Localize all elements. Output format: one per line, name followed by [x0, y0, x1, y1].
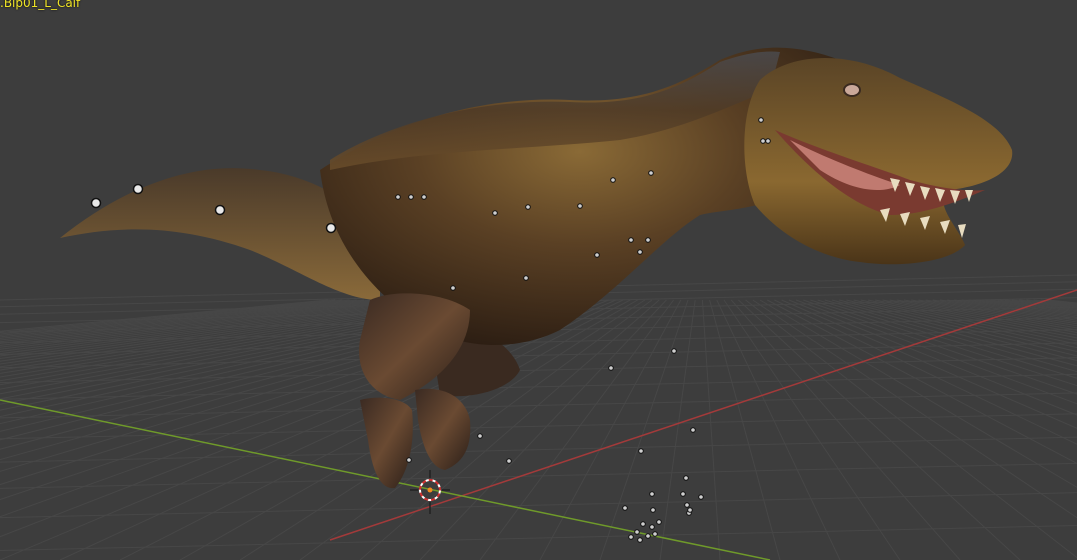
t-rex-far-shin[interactable] [415, 388, 471, 470]
bone-joint-icon[interactable] [650, 507, 656, 513]
bone-joint-icon[interactable] [684, 502, 690, 508]
bone-joint-icon[interactable] [656, 519, 662, 525]
bone-joint-icon[interactable] [525, 204, 531, 210]
bone-joint-icon[interactable] [760, 138, 766, 144]
bone-joint-icon[interactable] [638, 448, 644, 454]
bone-joint-icon[interactable] [450, 285, 456, 291]
bone-joint-icon[interactable] [608, 365, 614, 371]
bone-joint-icon[interactable] [649, 524, 655, 530]
viewport-scene[interactable] [0, 0, 1077, 560]
bone-joint-icon[interactable] [645, 237, 651, 243]
bone-joint-icon[interactable] [408, 194, 414, 200]
bone-joint-icon[interactable] [492, 210, 498, 216]
bone-joint-icon[interactable] [628, 237, 634, 243]
bone-joint-icon[interactable] [594, 252, 600, 258]
bone-joint-icon[interactable] [765, 138, 771, 144]
bone-joint-icon[interactable] [671, 348, 677, 354]
t-rex-model[interactable] [60, 47, 1013, 489]
bone-joint-icon[interactable] [406, 457, 412, 463]
bone-joint-icon[interactable] [577, 203, 583, 209]
bone-joint-icon[interactable] [395, 194, 401, 200]
bone-joint-icon[interactable] [649, 491, 655, 497]
bone-joint-icon[interactable] [640, 521, 646, 527]
bone-joint-icon[interactable] [610, 177, 616, 183]
bone-joint-icon[interactable] [506, 458, 512, 464]
bone-joint-icon[interactable] [683, 475, 689, 481]
active-object-label: .Bip01_L_Calf [0, 0, 81, 10]
bone-joint-icon[interactable] [477, 433, 483, 439]
bone-joint-icon[interactable] [634, 529, 640, 535]
3d-viewport[interactable]: .Bip01_L_Calf [0, 0, 1077, 560]
bone-joint-icon[interactable] [132, 183, 144, 195]
bone-joint-icon[interactable] [698, 494, 704, 500]
bone-joint-icon[interactable] [648, 170, 654, 176]
t-rex-head[interactable] [744, 57, 1013, 265]
bone-joint-icon[interactable] [637, 537, 643, 543]
bone-joint-icon[interactable] [690, 427, 696, 433]
bone-joint-icon[interactable] [90, 197, 102, 209]
bone-joint-icon[interactable] [622, 505, 628, 511]
bone-joint-icon[interactable] [645, 533, 651, 539]
t-rex-near-shin[interactable] [360, 397, 413, 489]
bone-joint-icon[interactable] [758, 117, 764, 123]
bone-joint-icon[interactable] [628, 534, 634, 540]
t-rex-eye [843, 83, 861, 97]
bone-joint-icon[interactable] [325, 222, 337, 234]
bone-joint-icon[interactable] [637, 249, 643, 255]
bone-joint-icon[interactable] [214, 204, 226, 216]
bone-joint-icon[interactable] [421, 194, 427, 200]
bone-joint-icon[interactable] [652, 531, 658, 537]
bone-joint-icon[interactable] [680, 491, 686, 497]
bone-joint-icon[interactable] [523, 275, 529, 281]
bone-joint-icon[interactable] [687, 507, 693, 513]
